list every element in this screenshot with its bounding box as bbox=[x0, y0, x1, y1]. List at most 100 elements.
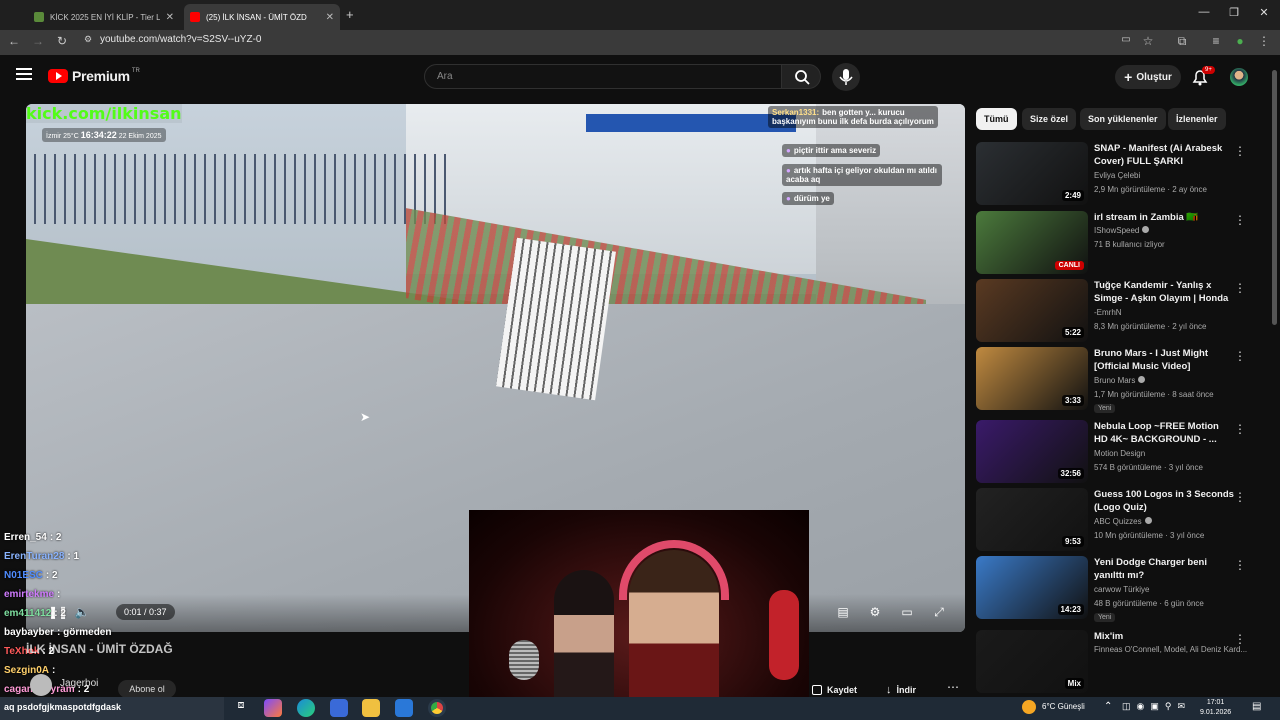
video-thumbnail[interactable]: 14:23 bbox=[976, 556, 1088, 619]
recommended-channel-name[interactable]: IShowSpeed bbox=[1094, 226, 1139, 235]
recommended-video[interactable]: 9:53 Guess 100 Logos in 3 Seconds (Logo Q… bbox=[976, 488, 1266, 552]
new-tab-icon[interactable]: + bbox=[346, 7, 354, 22]
more-options-icon[interactable]: ⋮ bbox=[1234, 281, 1246, 295]
more-options-icon[interactable]: ⋮ bbox=[1234, 490, 1246, 504]
file-explorer-icon[interactable] bbox=[362, 699, 380, 717]
copilot-icon[interactable] bbox=[264, 699, 282, 717]
recommended-video[interactable]: 32:56 Nebula Loop ~FREE Motion HD 4K~ BAC… bbox=[976, 420, 1266, 484]
video-thumbnail[interactable]: 32:56 bbox=[976, 420, 1088, 483]
extensions-icon[interactable]: ⧉ bbox=[1174, 34, 1190, 49]
more-options-icon[interactable]: ⋮ bbox=[1234, 144, 1246, 158]
tray-chevron-up-icon[interactable]: ⌃ bbox=[1104, 701, 1112, 712]
fullscreen-icon[interactable]: ⤢ bbox=[927, 602, 951, 622]
back-icon[interactable]: ← bbox=[6, 34, 22, 48]
notification-center-icon[interactable]: ▤ bbox=[1252, 701, 1261, 712]
browser-tab-active[interactable]: (25) İLK İNSAN - ÜMİT ÖZD ✕ bbox=[184, 4, 340, 30]
window-close-icon[interactable]: ✕ bbox=[1254, 6, 1274, 19]
channel-avatar[interactable] bbox=[30, 674, 52, 696]
recommended-channel-name[interactable]: Evliya Çelebi bbox=[1094, 171, 1140, 180]
recommended-channel-name[interactable]: carwow Türkiye bbox=[1094, 585, 1149, 594]
recommended-channel-name[interactable]: -EmrhN bbox=[1094, 308, 1122, 317]
recommended-video[interactable]: 14:23 Yeni Dodge Charger beni yanılttı mı… bbox=[976, 556, 1266, 622]
url-field[interactable]: youtube.com/watch?v=S2SV--uYZ-0 bbox=[100, 34, 261, 45]
settings-gear-icon[interactable]: ⚙ bbox=[863, 602, 887, 622]
filter-chip[interactable]: Tümü bbox=[976, 108, 1017, 130]
task-view-icon[interactable]: ⧈ bbox=[232, 699, 250, 717]
forward-icon[interactable]: → bbox=[30, 34, 46, 48]
subscribe-button[interactable]: Abone ol bbox=[118, 680, 176, 698]
video-thumbnail[interactable]: Mix bbox=[976, 630, 1088, 693]
tray-system-icons[interactable]: ◫◉▣⚲✉ bbox=[1122, 701, 1191, 712]
recommended-channel-name[interactable]: Bruno Mars bbox=[1094, 376, 1135, 385]
more-options-icon[interactable]: ⋮ bbox=[1234, 558, 1246, 572]
recommended-video-title[interactable]: SNAP - Manifest (Ai Arabesk Cover) FULL … bbox=[1094, 142, 1234, 168]
recommended-video[interactable]: 3:33 Bruno Mars - I Just Might [Official … bbox=[976, 347, 1266, 413]
video-thumbnail[interactable]: 9:53 bbox=[976, 488, 1088, 551]
account-avatar[interactable] bbox=[1230, 68, 1248, 86]
recommended-channel-name[interactable]: Motion Design bbox=[1094, 449, 1145, 458]
more-options-icon[interactable]: ⋮ bbox=[1234, 632, 1246, 646]
taskbar-search-input[interactable]: aq psdofgjkmaspotdfgdask bbox=[0, 697, 224, 720]
weather-text[interactable]: 6°C Güneşli bbox=[1042, 702, 1085, 711]
profile-icon[interactable]: ● bbox=[1232, 34, 1248, 48]
theater-mode-icon[interactable]: ▭ bbox=[895, 602, 919, 622]
browser-tab[interactable]: KİCK 2025 EN İYİ KLİP - Tier List ✕ bbox=[28, 4, 180, 30]
filter-chip[interactable]: Son yüklenenler bbox=[1080, 108, 1166, 130]
recommended-video[interactable]: CANLI irl stream in Zambia 🇿🇲 IShowSpeed 71… bbox=[976, 211, 1266, 275]
weather-sun-icon[interactable] bbox=[1022, 700, 1036, 714]
recommended-video[interactable]: Mix Mix'im Finneas O'Connell, Model, Ali D… bbox=[976, 630, 1266, 694]
create-button[interactable]: + Oluştur bbox=[1115, 65, 1181, 89]
taskbar-clock[interactable]: 17:01 9.01.2026 bbox=[1200, 698, 1231, 718]
video-thumbnail[interactable]: 3:33 bbox=[976, 347, 1088, 410]
voice-search-button[interactable] bbox=[832, 63, 860, 91]
search-input[interactable]: Ara bbox=[424, 64, 782, 89]
chat-username: em411412 bbox=[4, 608, 52, 619]
video-thumbnail[interactable]: 5:22 bbox=[976, 279, 1088, 342]
browser-menu-icon[interactable]: ⋮ bbox=[1256, 34, 1272, 48]
scrollbar[interactable] bbox=[1272, 70, 1277, 325]
bookmark-star-icon[interactable]: ☆ bbox=[1140, 34, 1156, 48]
kick-channel-overlay: kick.com/ilkinsan bbox=[26, 104, 182, 123]
search-button[interactable] bbox=[781, 64, 821, 89]
maximize-icon[interactable]: ❐ bbox=[1224, 6, 1244, 19]
recommended-video-title[interactable]: Bruno Mars - I Just Might [Official Musi… bbox=[1094, 347, 1234, 373]
more-options-icon[interactable]: ⋮ bbox=[1234, 213, 1246, 227]
chrome-browser-icon[interactable] bbox=[428, 699, 446, 717]
recommended-video-title[interactable]: Mix'im bbox=[1094, 630, 1234, 643]
video-thumbnail[interactable]: 2:49 bbox=[976, 142, 1088, 205]
minimize-icon[interactable]: — bbox=[1194, 6, 1214, 18]
more-options-icon[interactable]: ⋮ bbox=[1234, 349, 1246, 363]
more-options-icon[interactable]: ⋮ bbox=[1234, 422, 1246, 436]
overlay-city: İzmir bbox=[46, 133, 62, 140]
recommended-video-title[interactable]: Guess 100 Logos in 3 Seconds (Logo Quiz) bbox=[1094, 488, 1234, 514]
stream-info-overlay: İzmir 25°C 16:34:22 22 Ekim 2025 bbox=[42, 128, 166, 142]
reload-icon[interactable]: ↻ bbox=[54, 34, 70, 48]
youtube-premium-logo[interactable]: Premium TR bbox=[48, 68, 140, 84]
recommended-video-title[interactable]: irl stream in Zambia 🇿🇲 bbox=[1094, 211, 1234, 224]
recommended-channel-name[interactable]: Finneas O'Connell, Model, Ali Deniz Kard… bbox=[1094, 645, 1247, 654]
site-info-icon[interactable]: ⚙ bbox=[80, 34, 96, 45]
recommended-channel-name[interactable]: ABC Quizzes bbox=[1094, 517, 1142, 526]
subtitles-icon[interactable]: ▤ bbox=[831, 602, 855, 622]
microsoft-store-icon[interactable] bbox=[330, 699, 348, 717]
edge-browser-icon[interactable] bbox=[297, 699, 315, 717]
recommended-video-title[interactable]: Tuğçe Kandemir - Yanlış x Simge - Aşkın … bbox=[1094, 279, 1234, 305]
recommended-video[interactable]: 2:49 SNAP - Manifest (Ai Arabesk Cover) F… bbox=[976, 142, 1266, 206]
channel-name[interactable]: Jagerboi bbox=[60, 678, 98, 689]
cast-icon[interactable]: ▭ bbox=[1118, 34, 1134, 45]
media-control-icon[interactable]: ≡ bbox=[1208, 34, 1224, 48]
filter-chip[interactable]: İzlenenler bbox=[1168, 108, 1226, 130]
close-icon[interactable]: ✕ bbox=[166, 12, 174, 23]
filter-chip[interactable]: Size özel bbox=[1022, 108, 1077, 130]
youtube-play-icon bbox=[48, 69, 68, 83]
recommended-video[interactable]: 5:22 Tuğçe Kandemir - Yanlış x Simge - Aş… bbox=[976, 279, 1266, 343]
recommended-video-title[interactable]: Yeni Dodge Charger beni yanılttı mı? bbox=[1094, 556, 1234, 582]
hamburger-menu-icon[interactable] bbox=[16, 68, 32, 82]
chat-overlay: Erren_54: 2 ErenTuran28: 1 N01ESC: 2 emirte… bbox=[0, 528, 380, 698]
recommended-video-meta: 48 B görüntüleme · 6 gün önce bbox=[1094, 599, 1204, 608]
close-icon[interactable]: ✕ bbox=[326, 12, 334, 23]
video-thumbnail[interactable]: CANLI bbox=[976, 211, 1088, 274]
streamer-webcam bbox=[469, 510, 809, 720]
outlook-icon[interactable] bbox=[395, 699, 413, 717]
recommended-video-title[interactable]: Nebula Loop ~FREE Motion HD 4K~ BACKGROU… bbox=[1094, 420, 1234, 446]
